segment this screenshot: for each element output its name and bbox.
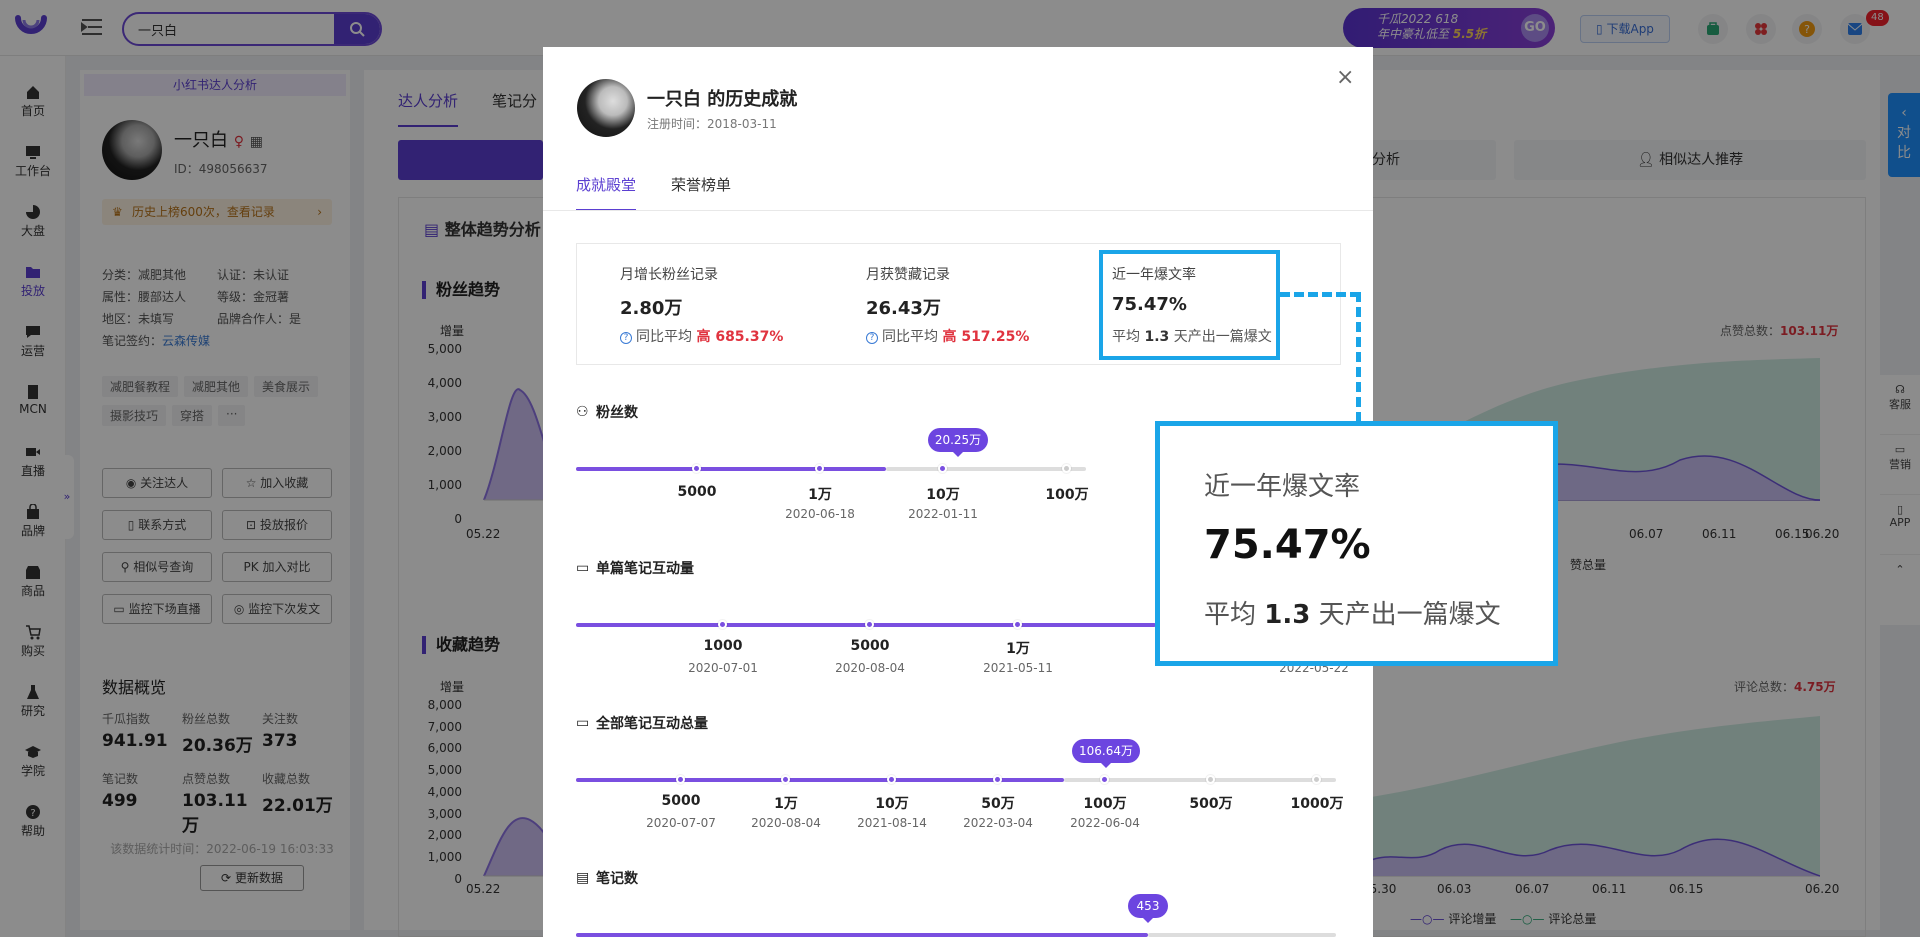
milestone-date: 2021-08-14 xyxy=(857,816,927,830)
milestone-date: 2020-06-18 xyxy=(785,507,855,521)
current-value-bubble: 106.64万 xyxy=(1072,739,1140,768)
milestone-date: 2022-01-11 xyxy=(908,507,978,521)
modal-title: 一只白 的历史成就 xyxy=(647,89,798,110)
milestone-label: 10万 xyxy=(875,796,909,812)
tab-honor-list[interactable]: 荣誉榜单 xyxy=(671,174,731,195)
single-note-section-title: ▭ 单篇笔记互动量 xyxy=(576,560,694,577)
milestone-label: 50万 xyxy=(981,796,1015,812)
milestone-date: 2022-03-04 xyxy=(963,816,1033,830)
milestone-label: 1万 xyxy=(774,796,798,812)
progress-track-filled xyxy=(576,467,886,471)
milestone-node xyxy=(692,464,701,473)
milestone-node xyxy=(1312,775,1321,784)
milestone-label: 1万 xyxy=(1006,641,1030,657)
register-date: 注册时间：2018-03-11 xyxy=(647,117,777,131)
milestone-node xyxy=(1100,775,1109,784)
milestone-node xyxy=(1013,620,1022,629)
callout-connector xyxy=(1356,292,1361,422)
notes-section-title: ▤ 笔记数 xyxy=(576,870,638,887)
milestone-label: 1000万 xyxy=(1290,796,1344,812)
milestone-node xyxy=(887,775,896,784)
milestone-date: 2021-05-11 xyxy=(983,661,1053,675)
progress-track-filled xyxy=(576,933,1148,937)
record-label: 月增长粉丝记录 xyxy=(620,267,718,283)
milestone-label: 500万 xyxy=(1189,796,1233,812)
callout-connector xyxy=(1280,292,1360,297)
record-compare: ? 同比平均 高 517.25% xyxy=(866,326,1029,346)
zoom-subtitle: 平均 1.3 天产出一篇爆文 xyxy=(1204,600,1501,630)
comment-icon: ▭ xyxy=(576,715,590,731)
record-label: 月获赞藏记录 xyxy=(866,267,950,283)
users-icon: ⚇ xyxy=(576,404,589,420)
close-icon[interactable]: × xyxy=(1336,67,1354,89)
milestone-node xyxy=(865,620,874,629)
current-value-bubble: 20.25万 xyxy=(928,428,988,457)
current-value-bubble: 453 xyxy=(1128,894,1168,923)
milestone-label: 1000 xyxy=(703,638,743,654)
document-icon: ▤ xyxy=(576,870,590,886)
modal-avatar xyxy=(577,79,635,137)
milestone-label: 10万 xyxy=(926,487,960,503)
progress-track-empty xyxy=(1148,933,1336,937)
milestone-node xyxy=(815,464,824,473)
milestone-date: 2020-08-04 xyxy=(835,661,905,675)
milestone-node xyxy=(676,775,685,784)
zoom-value: 75.47% xyxy=(1204,522,1371,568)
milestone-label: 5000 xyxy=(850,638,890,654)
milestone-date: 2020-07-01 xyxy=(688,661,758,675)
comment-icon: ▭ xyxy=(576,560,590,576)
milestone-node xyxy=(718,620,727,629)
fans-section-title: ⚇ 粉丝数 xyxy=(576,404,638,421)
divider xyxy=(543,210,1373,211)
milestone-node xyxy=(1062,464,1071,473)
record-compare: ? 同比平均 高 685.37% xyxy=(620,326,783,346)
zoom-label: 近一年爆文率 xyxy=(1204,472,1361,502)
highlight-box xyxy=(1099,250,1280,360)
milestone-date: 2020-08-04 xyxy=(751,816,821,830)
record-value: 2.80万 xyxy=(620,298,683,319)
milestone-label: 100万 xyxy=(1083,796,1127,812)
milestone-node xyxy=(781,775,790,784)
record-value: 26.43万 xyxy=(866,298,941,319)
milestone-label: 5000 xyxy=(661,793,701,809)
question-icon[interactable]: ? xyxy=(620,332,632,344)
progress-track-filled xyxy=(576,778,1064,782)
milestone-date: 2020-07-07 xyxy=(646,816,716,830)
milestone-node xyxy=(1206,775,1215,784)
progress-track-empty xyxy=(886,467,1086,471)
milestone-label: 100万 xyxy=(1045,487,1089,503)
milestone-label: 5000 xyxy=(677,484,717,500)
tab-achievement-hall[interactable]: 成就殿堂 xyxy=(576,174,637,211)
milestone-node xyxy=(938,464,947,473)
zoom-callout: 近一年爆文率 75.47% 平均 1.3 天产出一篇爆文 xyxy=(1155,421,1558,666)
milestone-label: 1万 xyxy=(808,487,832,503)
total-interaction-section-title: ▭ 全部笔记互动总量 xyxy=(576,715,708,732)
milestone-node xyxy=(993,775,1002,784)
milestone-date: 2022-06-04 xyxy=(1070,816,1140,830)
question-icon[interactable]: ? xyxy=(866,332,878,344)
